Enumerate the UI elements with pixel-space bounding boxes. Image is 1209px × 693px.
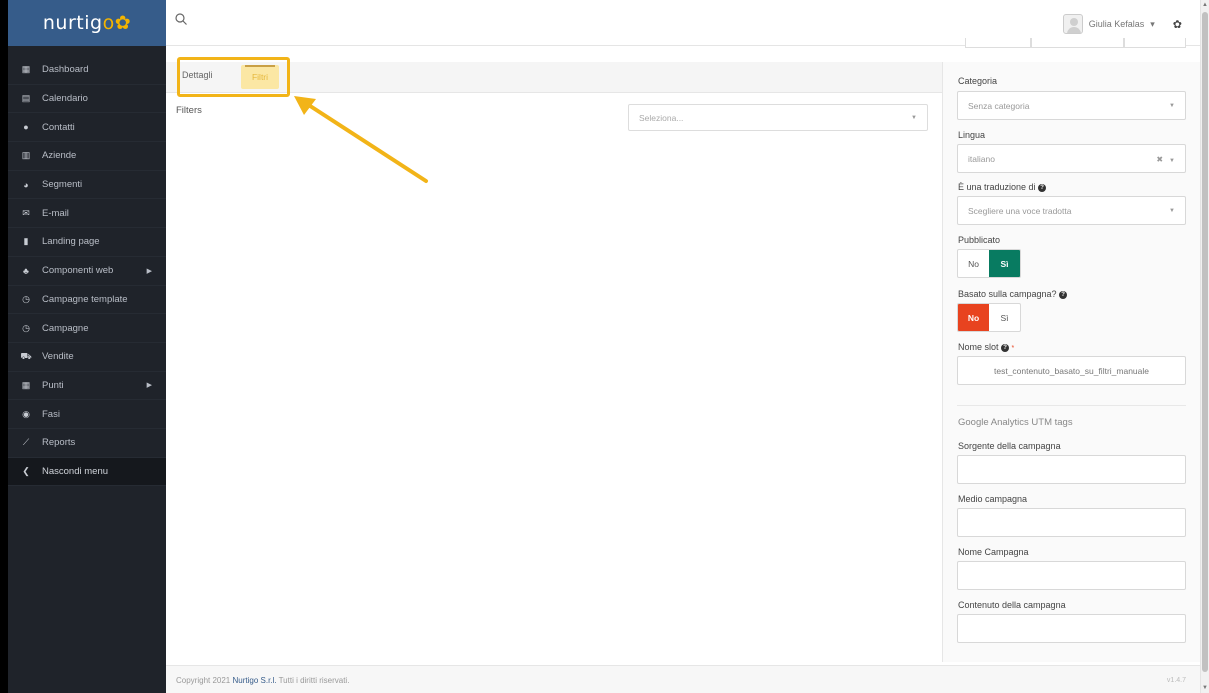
toolbar-buttons	[965, 38, 1186, 48]
campagna-toggle[interactable]: No Sì	[957, 303, 1021, 332]
properties-panel: Categoria Senza categoria ▼ Lingua itali…	[942, 62, 1200, 662]
scroll-down-icon[interactable]: ▼	[1202, 685, 1208, 691]
logo-bar[interactable]: nurtigo✿	[8, 0, 166, 46]
toolbar-button[interactable]	[965, 38, 1031, 48]
copyright: Copyright 2021 Nurtigo S.r.l. Tutti i di…	[176, 676, 350, 685]
tab-highlight-box	[177, 57, 290, 97]
chevron-down-icon: ▼	[1169, 102, 1175, 109]
logo[interactable]: nurtigo✿	[43, 12, 131, 34]
clock-icon: ◷	[22, 293, 30, 304]
utm-section-title: Google Analytics UTM tags	[958, 417, 1073, 428]
sidebar-item-dashboard[interactable]: ▦ Dashboard	[8, 56, 166, 85]
traduzione-label: È una traduzione di ?	[958, 182, 1047, 192]
sidebar-item-landing-page[interactable]: ▮ Landing page	[8, 228, 166, 257]
scrollbar[interactable]: ▲ ▼	[1200, 0, 1209, 693]
chevron-left-icon: ❮	[22, 465, 30, 476]
chevron-down-icon: ▼	[911, 114, 917, 121]
sidebar-item-email[interactable]: ✉ E-mail	[8, 199, 166, 229]
sidebar-item-punti[interactable]: ▦ Punti ▶	[8, 372, 166, 401]
help-icon[interactable]: ?	[1059, 290, 1068, 299]
toolbar-button[interactable]	[1031, 38, 1124, 48]
brand-link[interactable]: Nurtigo S.r.l.	[233, 676, 277, 685]
sidebar: nurtigo✿ ▦ Dashboard ▤ Calendario ● Contatt…	[8, 0, 166, 693]
window-edge	[0, 0, 8, 693]
filters-label: Filters	[176, 105, 202, 116]
pubblicato-label: Pubblicato	[958, 235, 1001, 245]
scroll-up-icon[interactable]: ▲	[1202, 2, 1208, 8]
categoria-label: Categoria	[958, 76, 998, 86]
medio-label: Medio campagna	[958, 494, 1028, 504]
envelope-icon: ✉	[22, 207, 30, 218]
cart-icon: ⛟	[20, 350, 32, 361]
required-mark: *	[1011, 345, 1015, 352]
sidebar-menu: ▦ Dashboard ▤ Calendario ● Contatti ▥ Aziend…	[8, 56, 166, 487]
clock-icon: ◷	[22, 322, 30, 333]
traduzione-select[interactable]: Scegliere una voce tradotta ▼	[957, 196, 1186, 225]
sorgente-label: Sorgente della campagna	[958, 441, 1061, 451]
clear-icon[interactable]: ✖	[1156, 155, 1163, 164]
campagna-si-button[interactable]: Sì	[989, 304, 1020, 331]
sidebar-item-vendite[interactable]: ⛟ Vendite	[8, 343, 166, 372]
chevron-down-icon[interactable]: ▾	[1150, 19, 1155, 30]
categoria-select[interactable]: Senza categoria ▼	[957, 91, 1186, 120]
avatar[interactable]	[1062, 14, 1083, 34]
tachometer-icon: ◉	[22, 408, 30, 419]
chevron-right-icon: ▶	[146, 382, 152, 390]
calculator-icon: ▦	[21, 379, 31, 390]
footer: Copyright 2021 Nurtigo S.r.l. Tutti i di…	[166, 665, 1200, 693]
campagna-no-button[interactable]: No	[958, 304, 989, 331]
search-icon[interactable]	[174, 12, 188, 26]
pubblicato-no-button[interactable]: No	[958, 250, 989, 277]
medio-input[interactable]	[957, 508, 1186, 537]
sidebar-item-fasi[interactable]: ◉ Fasi	[8, 400, 166, 429]
calendar-icon: ▤	[21, 93, 31, 104]
contenuto-input[interactable]	[957, 614, 1186, 643]
divider	[957, 405, 1186, 406]
user-menu[interactable]: Giulia Kefalas ▾ ✿	[1062, 14, 1182, 34]
pie-chart-icon: ◕	[23, 179, 29, 190]
chevron-down-icon: ▼	[1169, 207, 1175, 214]
pubblicato-toggle[interactable]: No Sì	[957, 249, 1021, 278]
version-label: v1.4.7	[1166, 677, 1186, 684]
filters-select[interactable]: Seleziona... ▼	[628, 104, 928, 131]
sidebar-item-campagne[interactable]: ◷ Campagne	[8, 314, 166, 343]
lingua-select[interactable]: italiano ✖ ▼	[957, 144, 1186, 173]
sidebar-item-campagne-template[interactable]: ◷ Campagne template	[8, 286, 166, 315]
gear-icon[interactable]: ✿	[1173, 18, 1182, 31]
toolbar-button[interactable]	[1124, 38, 1186, 48]
sidebar-item-componenti-web[interactable]: ♣ Componenti web ▶	[8, 257, 166, 286]
slot-input[interactable]: test_contenuto_basato_su_filtri_manuale	[957, 356, 1186, 385]
help-icon[interactable]: ?	[1038, 183, 1047, 192]
sidebar-item-nascondi-menu[interactable]: ❮ Nascondi menu	[8, 457, 166, 487]
sidebar-item-calendario[interactable]: ▤ Calendario	[8, 85, 166, 114]
sidebar-item-reports[interactable]: ⟋ Reports	[8, 429, 166, 458]
filters-select-placeholder: Seleziona...	[639, 112, 684, 123]
line-chart-icon: ⟋	[22, 437, 30, 448]
annotation-arrow	[294, 96, 428, 183]
chevron-right-icon: ▶	[146, 267, 152, 275]
lingua-label: Lingua	[958, 130, 986, 140]
sorgente-input[interactable]	[957, 455, 1186, 484]
scrollbar-thumb[interactable]	[1202, 12, 1208, 672]
sidebar-item-segmenti[interactable]: ◕ Segmenti	[8, 171, 166, 200]
user-name[interactable]: Giulia Kefalas	[1089, 19, 1145, 29]
nome-campagna-input[interactable]	[957, 561, 1186, 590]
chevron-down-icon: ▼	[1169, 157, 1175, 164]
building-icon: ▥	[21, 150, 31, 161]
puzzle-icon: ♣	[23, 265, 29, 276]
file-icon: ▮	[23, 236, 29, 247]
sidebar-item-contatti[interactable]: ● Contatti	[8, 113, 166, 143]
help-icon[interactable]: ?	[1001, 343, 1010, 352]
contenuto-label: Contenuto della campagna	[958, 600, 1066, 610]
sidebar-item-aziende[interactable]: ▥ Aziende	[8, 142, 166, 171]
user-icon: ●	[23, 122, 29, 133]
pubblicato-si-button[interactable]: Sì	[989, 250, 1020, 277]
nome-campagna-label: Nome Campagna	[958, 547, 1029, 557]
grid-icon: ▦	[21, 64, 31, 75]
slot-label: Nome slot ? *	[958, 342, 1015, 352]
campagna-label: Basato sulla campagna? ?	[958, 289, 1068, 299]
top-bar: Giulia Kefalas ▾ ✿	[166, 0, 1200, 48]
